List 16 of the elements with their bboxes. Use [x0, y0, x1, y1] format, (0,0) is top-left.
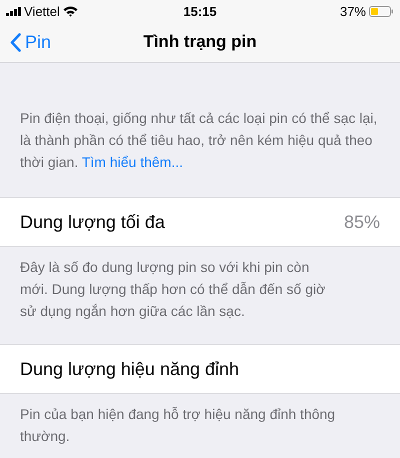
- back-chevron-icon: [10, 32, 21, 52]
- row-label: Dung lượng hiệu năng đỉnh: [20, 358, 240, 380]
- row-value: 85%: [344, 212, 380, 232]
- carrier-name: Viettel: [24, 4, 60, 18]
- wifi-icon: [62, 6, 78, 16]
- page-title: Tình trạng pin: [143, 32, 257, 52]
- row-label: Dung lượng tối đa: [20, 212, 166, 232]
- clock-time: 15:15: [183, 4, 217, 18]
- battery-icon: [369, 6, 394, 16]
- section-footer: Đây là số đo dung lượng pin so với khi pin còn mới. Dung lượng thấp hơn có thể dẫn đến số giờ sử dụng ngắn hơn giữa các lần sạc.: [0, 247, 400, 344]
- signal-icon: [6, 6, 21, 16]
- battery-percent: 37%: [340, 4, 366, 18]
- learn-more-link[interactable]: Tìm hiểu thêm...: [82, 154, 184, 170]
- intro-paragraph: Pin điện thoại, giống như tất cả các loại pin có thể sạc lại, là thành phần có thể tiêu hao, trở nên kém hiệu quả theo thời gian. Tìm hiểu thêm...: [20, 109, 378, 172]
- back-button[interactable]: Pin: [0, 32, 52, 52]
- section-footer: Pin của bạn hiện đang hỗ trợ hiệu năng đỉnh thông thường.: [0, 394, 400, 458]
